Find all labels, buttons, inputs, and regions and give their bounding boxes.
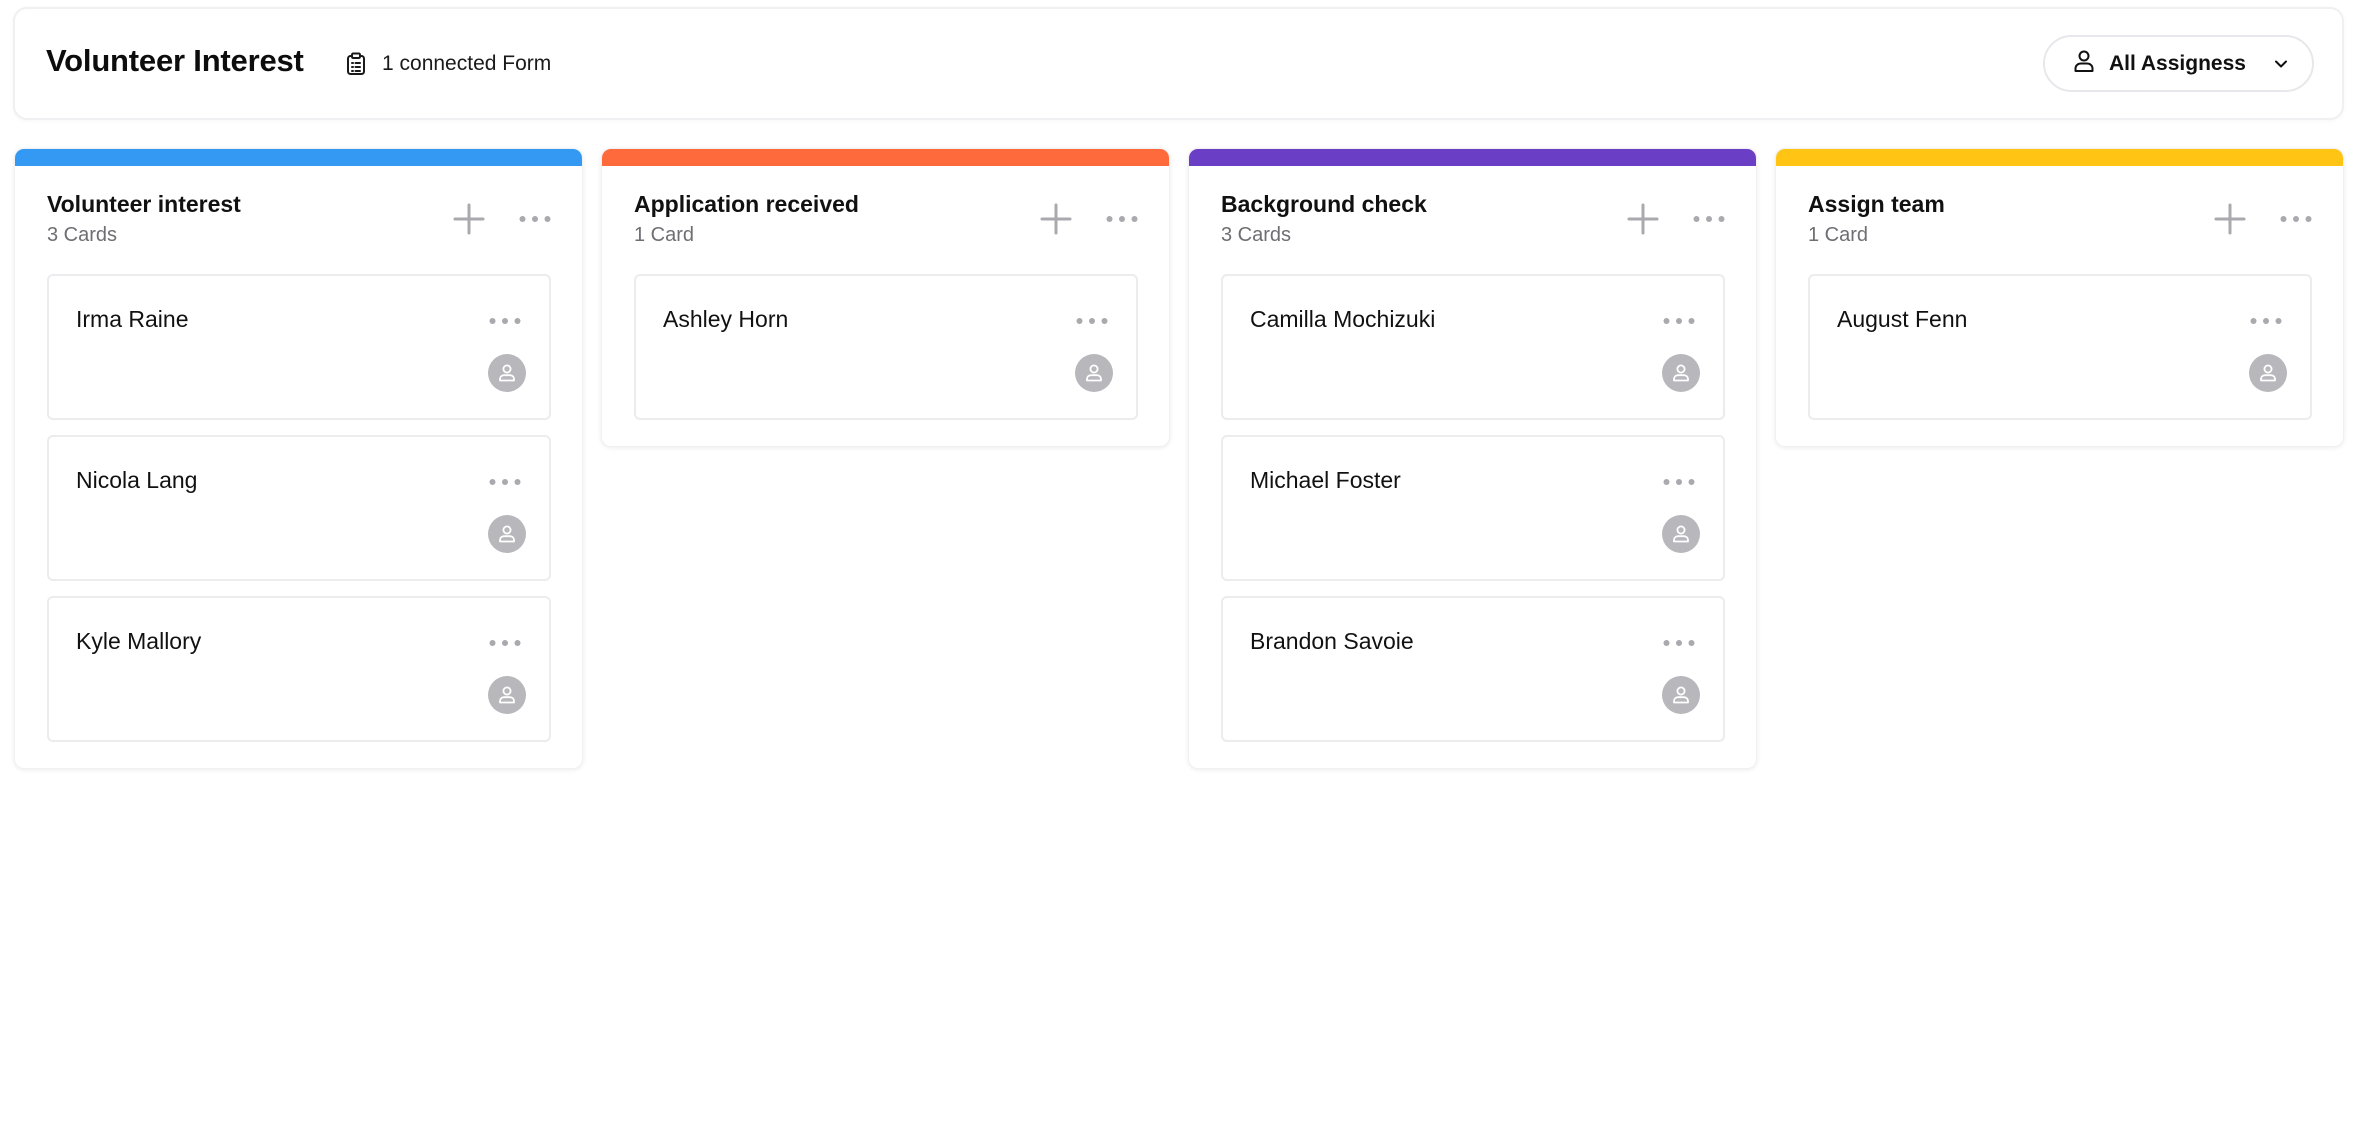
card[interactable]: Camilla Mochizuki <box>1221 274 1725 420</box>
person-icon <box>1673 686 1689 704</box>
assignee-avatar[interactable] <box>488 515 526 553</box>
column-more-button[interactable] <box>519 211 551 227</box>
person-icon <box>1086 364 1102 382</box>
more-horizontal-icon <box>489 640 521 646</box>
more-horizontal-icon <box>519 216 551 222</box>
page-title: Volunteer Interest <box>46 43 304 78</box>
more-horizontal-icon <box>1106 216 1138 222</box>
card[interactable]: Kyle Mallory <box>47 596 551 742</box>
more-horizontal-icon <box>489 318 521 324</box>
column-more-button[interactable] <box>2280 211 2312 227</box>
more-horizontal-icon <box>1663 318 1695 324</box>
person-icon <box>499 525 515 543</box>
card-more-button[interactable] <box>1663 636 1695 650</box>
card-title: Irma Raine <box>76 306 189 332</box>
board-header: Volunteer Interest 1 connected Form All … <box>13 7 2344 120</box>
connected-form-label: 1 connected Form <box>382 52 552 75</box>
plus-icon <box>1627 203 1659 235</box>
card-title: Michael Foster <box>1250 467 1401 493</box>
card-more-button[interactable] <box>1663 314 1695 328</box>
column-header: Volunteer interest 3 Cards <box>15 166 582 274</box>
assignee-avatar[interactable] <box>1662 515 1700 553</box>
more-horizontal-icon <box>1693 216 1725 222</box>
all-assignees-dropdown[interactable]: All Assigness <box>2043 35 2314 92</box>
card-more-button[interactable] <box>489 475 521 489</box>
column-title: Background check <box>1221 191 1427 217</box>
person-icon <box>2073 49 2095 79</box>
more-horizontal-icon <box>1663 640 1695 646</box>
column-title: Assign team <box>1808 191 1945 217</box>
column-application-received: Application received 1 Card Ashley Horn <box>601 148 1170 447</box>
assignee-avatar[interactable] <box>2249 354 2287 392</box>
column-card-count: 3 Cards <box>1221 224 1292 246</box>
card-list: Ashley Horn <box>602 274 1169 446</box>
card-title: Nicola Lang <box>76 467 198 493</box>
all-assignees-label: All Assigness <box>2109 51 2246 75</box>
column-title: Application received <box>634 191 859 217</box>
column-header: Background check 3 Cards <box>1189 166 1756 274</box>
card[interactable]: Brandon Savoie <box>1221 596 1725 742</box>
more-horizontal-icon <box>489 479 521 485</box>
plus-icon <box>1040 203 1072 235</box>
person-icon <box>2260 364 2276 382</box>
card[interactable]: Irma Raine <box>47 274 551 420</box>
plus-icon <box>2214 203 2246 235</box>
more-horizontal-icon <box>1663 479 1695 485</box>
card-title: Kyle Mallory <box>76 628 202 654</box>
add-card-button[interactable] <box>452 202 486 236</box>
column-header: Application received 1 Card <box>602 166 1169 274</box>
clipboard-icon <box>346 52 366 76</box>
person-icon <box>1673 364 1689 382</box>
card-more-button[interactable] <box>2250 314 2282 328</box>
assignee-avatar[interactable] <box>1075 354 1113 392</box>
column-more-button[interactable] <box>1693 211 1725 227</box>
kanban-board: Volunteer interest 3 Cards Irma Raine Ni… <box>14 148 2344 788</box>
person-icon <box>1673 525 1689 543</box>
card-list: Irma Raine Nicola Lang Kyle Mallory <box>15 274 582 768</box>
add-card-button[interactable] <box>1039 202 1073 236</box>
card-title: August Fenn <box>1837 306 1968 332</box>
card-more-button[interactable] <box>489 636 521 650</box>
column-background-check: Background check 3 Cards Camilla Mochizu… <box>1188 148 1757 769</box>
assignee-avatar[interactable] <box>488 676 526 714</box>
column-more-button[interactable] <box>1106 211 1138 227</box>
card-more-button[interactable] <box>489 314 521 328</box>
card-title: Ashley Horn <box>663 306 789 332</box>
column-assign-team: Assign team 1 Card August Fenn <box>1775 148 2344 447</box>
chevron-down-icon <box>2274 59 2288 69</box>
column-color-bar <box>1776 149 2343 166</box>
card-list: August Fenn <box>1776 274 2343 446</box>
card[interactable]: Nicola Lang <box>47 435 551 581</box>
column-card-count: 1 Card <box>634 224 695 246</box>
card-more-button[interactable] <box>1076 314 1108 328</box>
card[interactable]: August Fenn <box>1808 274 2312 420</box>
more-horizontal-icon <box>1076 318 1108 324</box>
kanban-app: Volunteer Interest 1 connected Form All … <box>0 0 2358 1126</box>
person-icon <box>499 364 515 382</box>
card-list: Camilla Mochizuki Michael Foster Brandon… <box>1189 274 1756 768</box>
card-title: Camilla Mochizuki <box>1250 306 1436 332</box>
card-title: Brandon Savoie <box>1250 628 1414 654</box>
add-card-button[interactable] <box>1626 202 1660 236</box>
more-horizontal-icon <box>2250 318 2282 324</box>
connected-form-link[interactable]: 1 connected Form <box>346 49 551 79</box>
column-header: Assign team 1 Card <box>1776 166 2343 274</box>
plus-icon <box>453 203 485 235</box>
card[interactable]: Ashley Horn <box>634 274 1138 420</box>
card-more-button[interactable] <box>1663 475 1695 489</box>
column-card-count: 3 Cards <box>47 224 118 246</box>
assignee-avatar[interactable] <box>488 354 526 392</box>
column-color-bar <box>1189 149 1756 166</box>
assignee-avatar[interactable] <box>1662 676 1700 714</box>
column-volunteer-interest: Volunteer interest 3 Cards Irma Raine Ni… <box>14 148 583 769</box>
assignee-avatar[interactable] <box>1662 354 1700 392</box>
column-title: Volunteer interest <box>47 191 241 217</box>
more-horizontal-icon <box>2280 216 2312 222</box>
column-color-bar <box>15 149 582 166</box>
column-card-count: 1 Card <box>1808 224 1869 246</box>
column-color-bar <box>602 149 1169 166</box>
card[interactable]: Michael Foster <box>1221 435 1725 581</box>
add-card-button[interactable] <box>2213 202 2247 236</box>
person-icon <box>499 686 515 704</box>
